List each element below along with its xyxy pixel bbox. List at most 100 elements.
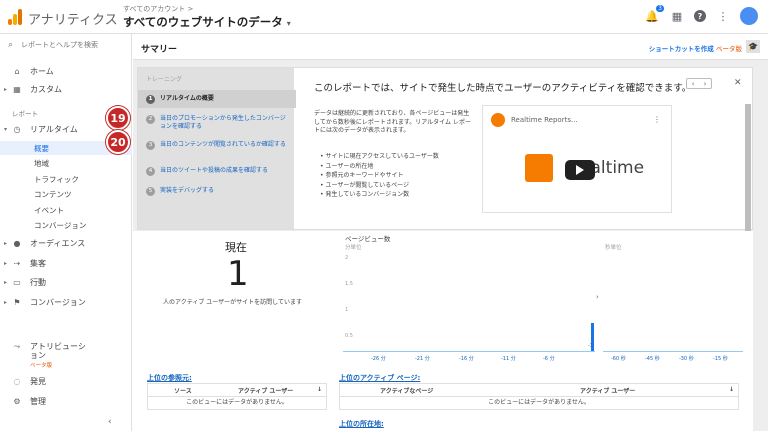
bullet-text: 参照元のキーワードやサイト (325, 172, 404, 179)
top-pages-link[interactable]: 上位のアクティブ ページ: (339, 373, 420, 383)
bullet-text: ユーザーが閲覧しているページ (325, 181, 410, 189)
create-shortcut-link[interactable]: ショートカットを作成 ベータ版 (649, 43, 742, 53)
x-tick: -6 分 (543, 356, 555, 362)
chevron-right-icon: ▸ (4, 239, 8, 247)
sidebar-subitem-content[interactable]: コンテンツ (34, 189, 72, 200)
sidebar-item-audience[interactable]: ▸ ● オーディエンス (0, 234, 132, 252)
apps-grid-icon[interactable]: ▦ (669, 8, 685, 24)
sort-arrow-icon[interactable]: ↓ (317, 386, 322, 393)
x-tick: -1 (588, 343, 593, 349)
training-bullets: • サイトに現在アクセスしているユーザー数 • ユーザーの所在地 • 参照元のキ… (320, 152, 439, 200)
empty-message: このビューにはデータがありません。 (186, 399, 288, 406)
sidebar-item-admin[interactable]: ⚙ 管理 (0, 392, 132, 410)
sidebar-subitem-traffic[interactable]: トラフィック (34, 174, 79, 185)
analytics-logo-icon[interactable] (8, 9, 22, 25)
graduation-cap-icon[interactable]: 🎓 (746, 40, 760, 53)
chevron-right-icon: ▸ (4, 259, 8, 267)
property-selector[interactable]: すべてのウェブサイトのデータ ▾ (123, 14, 291, 30)
clock-icon: ◷ (13, 124, 21, 134)
active-users-text: 人のアクティブ ユーザーがサイトを訪問しています (163, 299, 302, 306)
chevron-left-icon[interactable]: ‹ (692, 80, 695, 88)
shortcut-label: ショートカットを作成 (648, 45, 714, 53)
sidebar-item-acquisition[interactable]: ▸ ⇢ 集客 (0, 254, 132, 272)
notifications-icon[interactable]: 🔔 3 (644, 5, 664, 24)
beta-badge: ベータ版 (30, 363, 53, 369)
collapse-sidebar-icon[interactable]: ‹ (108, 417, 112, 427)
sidebar-subitem-location[interactable]: 地域 (34, 158, 49, 169)
training-step[interactable]: 5 実装をデバッグする (146, 187, 290, 196)
step-number: 1 (146, 95, 155, 104)
realtime-summary: 現在 1 人のアクティブ ユーザーがサイトを訪問しています ページビュー数 分単… (133, 231, 753, 431)
person-icon: ● (13, 238, 21, 248)
sidebar-item-label: 行動 (30, 277, 46, 287)
channel-logo-icon (491, 113, 505, 127)
training-title: このレポートでは、サイトで発生した時点でユーザーのアクティビティを確認できます。 (314, 83, 692, 94)
referrals-table: ソース アクティブ ユーザー ↓ このビューにはデータがありません。 (147, 383, 327, 410)
column-header[interactable]: ソース (174, 386, 192, 395)
list-item: • 発生しているコンバージョン数 (320, 191, 410, 198)
training-steps: トレーニング 1 リアルタイムの概要 2 当日のプロモーションから発生したコンバージ… (138, 68, 296, 229)
list-item: • 参照元のキーワードやサイト (320, 172, 404, 179)
training-step[interactable]: 1 リアルタイムの概要 (146, 95, 290, 104)
training-step[interactable]: 3 当日のコンテンツが閲覧されているか確認する (146, 141, 290, 150)
sidebar-item-conversion[interactable]: ▸ ⚑ コンバージョン (0, 293, 132, 311)
sidebar-subitem-events[interactable]: イベント (34, 205, 64, 216)
empty-message: このビューにはデータがありません。 (488, 399, 590, 406)
avatar[interactable] (740, 7, 758, 25)
sidebar-item-custom[interactable]: ▸ ▦ カスタム (0, 80, 132, 98)
training-panel: トレーニング 1 リアルタイムの概要 2 当日のプロモーションから発生したコンバージ… (137, 67, 753, 230)
x-tick: -16 分 (459, 356, 474, 362)
sort-arrow-icon[interactable]: ↓ (729, 386, 734, 393)
help-icon[interactable]: ? (694, 10, 706, 22)
property-name: すべてのウェブサイトのデータ (123, 15, 283, 29)
gear-icon: ⚙ (13, 396, 21, 406)
sidebar-subitem-overview[interactable]: 概要 (34, 143, 49, 154)
column-header[interactable]: アクティブなページ (380, 386, 433, 395)
app-name: アナリティクス (28, 13, 118, 28)
table-header: ソース アクティブ ユーザー ↓ (148, 384, 326, 397)
chevron-down-icon: ▾ (4, 125, 8, 133)
scrollbar[interactable] (745, 104, 751, 232)
sidebar-item-discover[interactable]: ◌ 発見 (0, 372, 132, 390)
list-item: • サイトに現在アクセスしているユーザー数 (320, 153, 439, 160)
play-button[interactable] (565, 160, 595, 180)
baseline (603, 351, 743, 352)
account-breadcrumb[interactable]: すべてのアカウント > (123, 4, 193, 14)
per-second-label: 秒単位 (605, 245, 622, 251)
training-step[interactable]: 4 当日のツイートや投稿の成果を確認する (146, 167, 290, 176)
home-icon: ⌂ (14, 66, 20, 76)
more-vert-icon[interactable]: ⋮ (715, 8, 731, 24)
column-header[interactable]: アクティブ ユーザー (580, 386, 635, 395)
training-step[interactable]: 2 当日のプロモーションから発生したコンバージョンを確認する (146, 115, 290, 131)
training-description: データは継続的に更新されており、各ページビューは発生してから数秒後にレポートされ… (314, 110, 471, 134)
video-player[interactable]: Realtime Reports... ⋮ Realtime (482, 105, 672, 213)
dashboard-icon: ▦ (13, 84, 21, 94)
beta-badge: ベータ版 (716, 45, 742, 53)
column-header[interactable]: アクティブ ユーザー (238, 386, 293, 395)
close-icon[interactable]: ✕ (734, 78, 742, 88)
sidebar-item-behavior[interactable]: ▸ ▭ 行動 (0, 273, 132, 291)
per-second-chart (603, 253, 743, 353)
chevron-right-icon: ▸ (4, 278, 8, 286)
chevron-right-icon[interactable]: › (596, 293, 602, 303)
realtime-logo-icon (525, 154, 553, 182)
sidebar-item-label: アトリビューション (30, 342, 86, 360)
sidebar-item-attribution[interactable]: ⤳ アトリビューションベータ版 (0, 342, 132, 369)
x-tick: -26 分 (371, 356, 386, 362)
sidebar-item-home[interactable]: ⌂ ホーム (0, 62, 132, 80)
sidebar-subitem-conversions[interactable]: コンバージョン (34, 220, 86, 231)
per-minute-label: 分単位 (345, 245, 362, 251)
list-item: • ユーザーが閲覧しているページ (320, 181, 410, 189)
top-locations-link[interactable]: 上位の所在地: (339, 419, 384, 429)
chevron-right-icon[interactable]: › (704, 80, 707, 88)
training-pager[interactable]: ‹ › (686, 78, 712, 89)
more-vert-icon[interactable]: ⋮ (653, 115, 661, 124)
search-input[interactable]: ⌕ レポートとヘルプを検索 (8, 40, 98, 50)
acquisition-icon: ⇢ (13, 258, 21, 268)
x-tick: -11 分 (501, 356, 516, 362)
chevron-right-icon: ▸ (4, 298, 8, 306)
top-referrals-link[interactable]: 上位の参照元: (147, 373, 192, 383)
attribution-icon: ⤳ (13, 342, 21, 351)
y-tick: 0.5 (345, 333, 353, 339)
step-text: リアルタイムの概要 (160, 95, 214, 102)
